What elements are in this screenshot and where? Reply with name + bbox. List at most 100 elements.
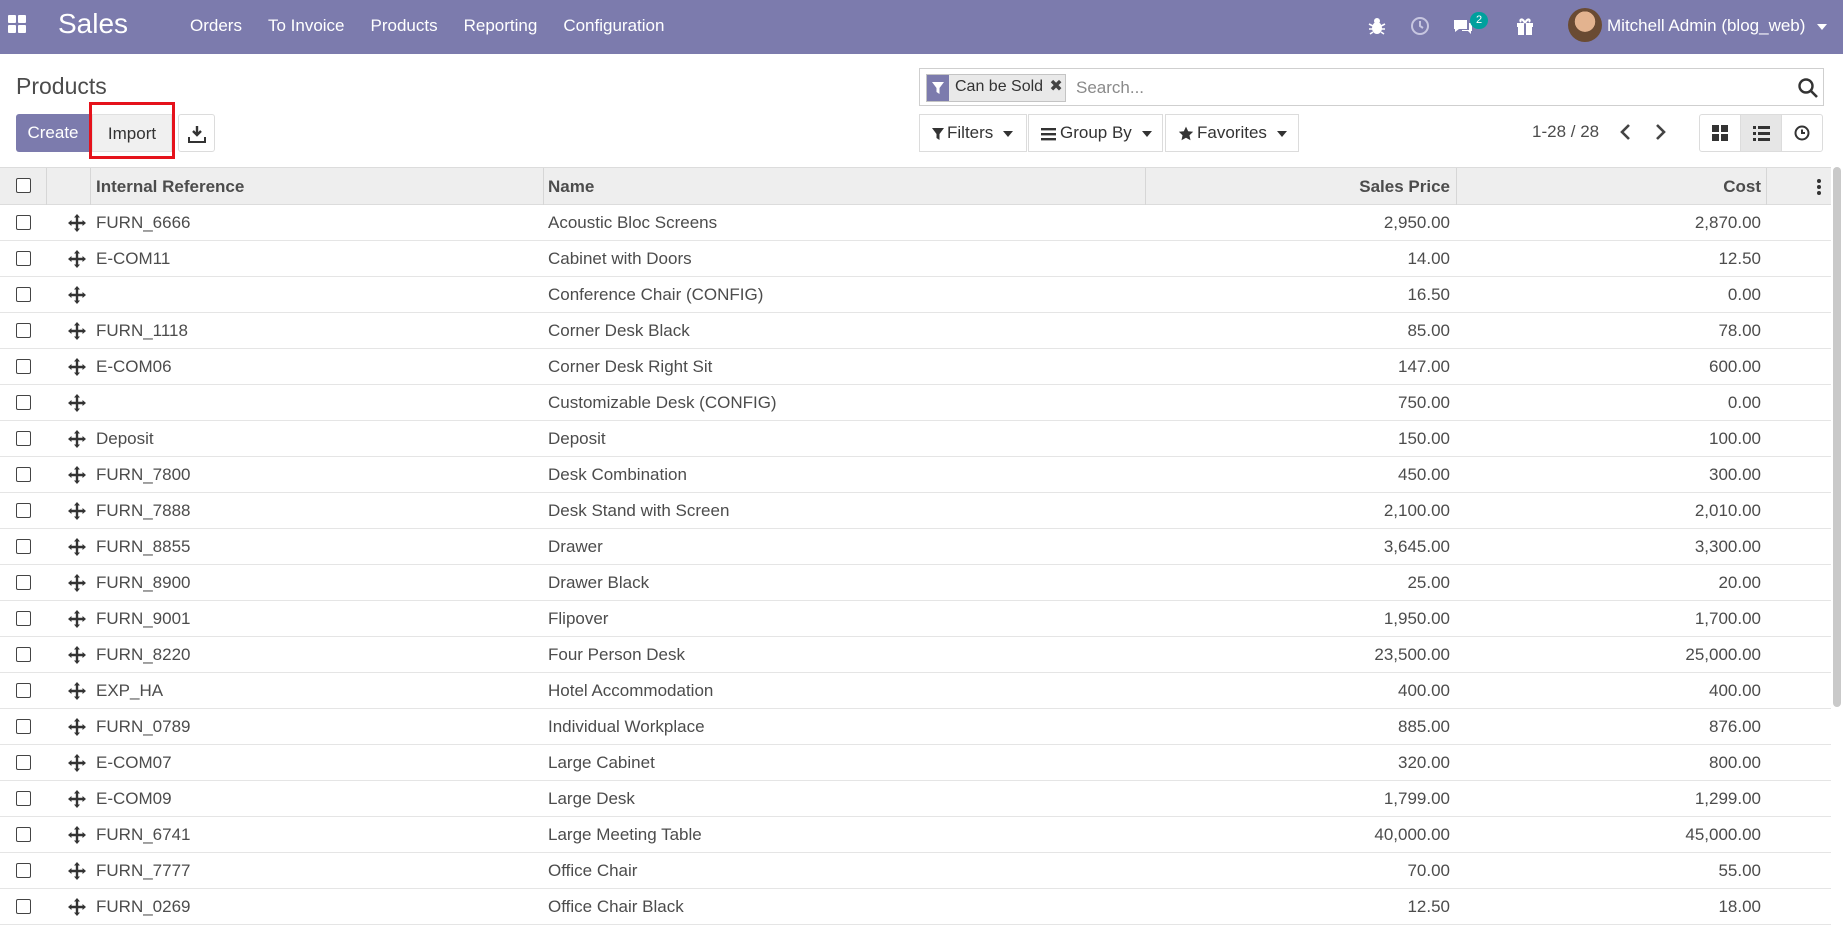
table-row[interactable]: Conference Chair (CONFIG) 16.50 0.00 — [0, 277, 1831, 313]
table-row[interactable]: FURN_0269 Office Chair Black 12.50 18.00 — [0, 889, 1831, 925]
create-button[interactable]: Create — [16, 114, 90, 152]
cell-name: Large Cabinet — [548, 753, 655, 772]
drag-handle-icon[interactable] — [68, 754, 86, 772]
row-checkbox[interactable] — [16, 647, 31, 662]
search-input[interactable] — [1074, 73, 1778, 103]
drag-handle-icon[interactable] — [68, 718, 86, 736]
favorites-dropdown[interactable]: Favorites — [1165, 114, 1299, 152]
column-header-internal-reference[interactable]: Internal Reference — [96, 168, 536, 205]
table-row[interactable]: E-COM06 Corner Desk Right Sit 147.00 600.00 — [0, 349, 1831, 385]
table-row[interactable]: FURN_7888 Desk Stand with Screen 2,100.00 2… — [0, 493, 1831, 529]
drag-handle-icon[interactable] — [68, 646, 86, 664]
table-row[interactable]: FURN_0789 Individual Workplace 885.00 876.0… — [0, 709, 1831, 745]
table-row[interactable]: EXP_HA Hotel Accommodation 400.00 400.00 — [0, 673, 1831, 709]
row-checkbox[interactable] — [16, 575, 31, 590]
vertical-scrollbar[interactable] — [1833, 167, 1841, 707]
row-checkbox[interactable] — [16, 395, 31, 410]
table-row[interactable]: FURN_1118 Corner Desk Black 85.00 78.00 — [0, 313, 1831, 349]
drag-handle-icon[interactable] — [68, 358, 86, 376]
facet-remove-icon[interactable]: ✖ — [1047, 75, 1065, 101]
table-row[interactable]: FURN_7777 Office Chair 70.00 55.00 — [0, 853, 1831, 889]
drag-handle-icon[interactable] — [68, 538, 86, 556]
table-row[interactable]: FURN_7800 Desk Combination 450.00 300.00 — [0, 457, 1831, 493]
cell-internal-reference: FURN_0789 — [96, 717, 191, 736]
drag-handle-icon[interactable] — [68, 502, 86, 520]
pager-previous-icon[interactable] — [1614, 120, 1638, 144]
clock-icon[interactable] — [1408, 14, 1432, 38]
drag-handle-icon[interactable] — [68, 826, 86, 844]
download-button[interactable] — [178, 114, 215, 152]
pager-value[interactable]: 1-28 / 28 — [1532, 122, 1599, 142]
row-checkbox[interactable] — [16, 503, 31, 518]
import-button[interactable]: Import — [92, 114, 172, 152]
row-checkbox[interactable] — [16, 719, 31, 734]
drag-handle-icon[interactable] — [68, 898, 86, 916]
table-row[interactable]: Deposit Deposit 150.00 100.00 — [0, 421, 1831, 457]
table-row[interactable]: FURN_6666 Acoustic Bloc Screens 2,950.00 2,… — [0, 205, 1831, 241]
select-all-checkbox[interactable] — [16, 178, 31, 193]
row-checkbox[interactable] — [16, 611, 31, 626]
activity-view-button[interactable] — [1782, 115, 1822, 151]
table-row[interactable]: FURN_6741 Large Meeting Table 40,000.00 45,… — [0, 817, 1831, 853]
table-row[interactable]: Customizable Desk (CONFIG) 750.00 0.00 — [0, 385, 1831, 421]
user-menu[interactable]: Mitchell Admin (blog_web) — [1607, 16, 1828, 36]
menu-products[interactable]: Products — [371, 16, 438, 36]
pager-next-icon[interactable] — [1648, 120, 1672, 144]
app-title[interactable]: Sales — [58, 8, 128, 40]
column-header-sales-price[interactable]: Sales Price — [1150, 168, 1450, 205]
row-checkbox[interactable] — [16, 251, 31, 266]
search-icon[interactable] — [1797, 77, 1819, 99]
row-checkbox[interactable] — [16, 431, 31, 446]
table-row[interactable]: FURN_8220 Four Person Desk 23,500.00 25,000… — [0, 637, 1831, 673]
drag-handle-icon[interactable] — [68, 394, 86, 412]
table-row[interactable]: E-COM07 Large Cabinet 320.00 800.00 — [0, 745, 1831, 781]
row-checkbox[interactable] — [16, 683, 31, 698]
top-navbar: Sales Orders To Invoice Products Reporti… — [0, 0, 1843, 54]
row-checkbox[interactable] — [16, 863, 31, 878]
cell-name: Cabinet with Doors — [548, 249, 692, 268]
bug-icon[interactable] — [1365, 14, 1389, 38]
row-checkbox[interactable] — [16, 899, 31, 914]
menu-to-invoice[interactable]: To Invoice — [268, 16, 345, 36]
row-checkbox[interactable] — [16, 287, 31, 302]
drag-handle-icon[interactable] — [68, 430, 86, 448]
row-checkbox[interactable] — [16, 359, 31, 374]
drag-handle-icon[interactable] — [68, 322, 86, 340]
optional-columns-icon[interactable] — [1816, 178, 1822, 196]
apps-icon[interactable] — [8, 15, 26, 33]
column-separator — [543, 168, 544, 205]
row-checkbox[interactable] — [16, 755, 31, 770]
drag-handle-icon[interactable] — [68, 682, 86, 700]
row-checkbox[interactable] — [16, 791, 31, 806]
row-checkbox[interactable] — [16, 323, 31, 338]
column-header-cost[interactable]: Cost — [1460, 168, 1761, 205]
column-header-name[interactable]: Name — [548, 168, 1138, 205]
drag-handle-icon[interactable] — [68, 862, 86, 880]
table-row[interactable]: E-COM11 Cabinet with Doors 14.00 12.50 — [0, 241, 1831, 277]
menu-reporting[interactable]: Reporting — [464, 16, 538, 36]
filters-dropdown[interactable]: Filters — [919, 114, 1027, 152]
drag-handle-icon[interactable] — [68, 286, 86, 304]
kanban-view-button[interactable] — [1700, 115, 1741, 151]
table-row[interactable]: FURN_9001 Flipover 1,950.00 1,700.00 — [0, 601, 1831, 637]
user-avatar[interactable] — [1568, 8, 1602, 42]
row-checkbox[interactable] — [16, 827, 31, 842]
drag-handle-icon[interactable] — [68, 610, 86, 628]
drag-handle-icon[interactable] — [68, 250, 86, 268]
drag-handle-icon[interactable] — [68, 214, 86, 232]
row-checkbox[interactable] — [16, 539, 31, 554]
drag-handle-icon[interactable] — [68, 466, 86, 484]
table-row[interactable]: E-COM09 Large Desk 1,799.00 1,299.00 — [0, 781, 1831, 817]
caret-icon — [1141, 130, 1152, 137]
row-checkbox[interactable] — [16, 467, 31, 482]
drag-handle-icon[interactable] — [68, 574, 86, 592]
drag-handle-icon[interactable] — [68, 790, 86, 808]
groupby-dropdown[interactable]: Group By — [1028, 114, 1163, 152]
list-view-button[interactable] — [1741, 115, 1782, 151]
table-row[interactable]: FURN_8855 Drawer 3,645.00 3,300.00 — [0, 529, 1831, 565]
gift-icon[interactable] — [1513, 14, 1537, 38]
menu-orders[interactable]: Orders — [190, 16, 242, 36]
table-row[interactable]: FURN_8900 Drawer Black 25.00 20.00 — [0, 565, 1831, 601]
row-checkbox[interactable] — [16, 215, 31, 230]
menu-configuration[interactable]: Configuration — [563, 16, 664, 36]
